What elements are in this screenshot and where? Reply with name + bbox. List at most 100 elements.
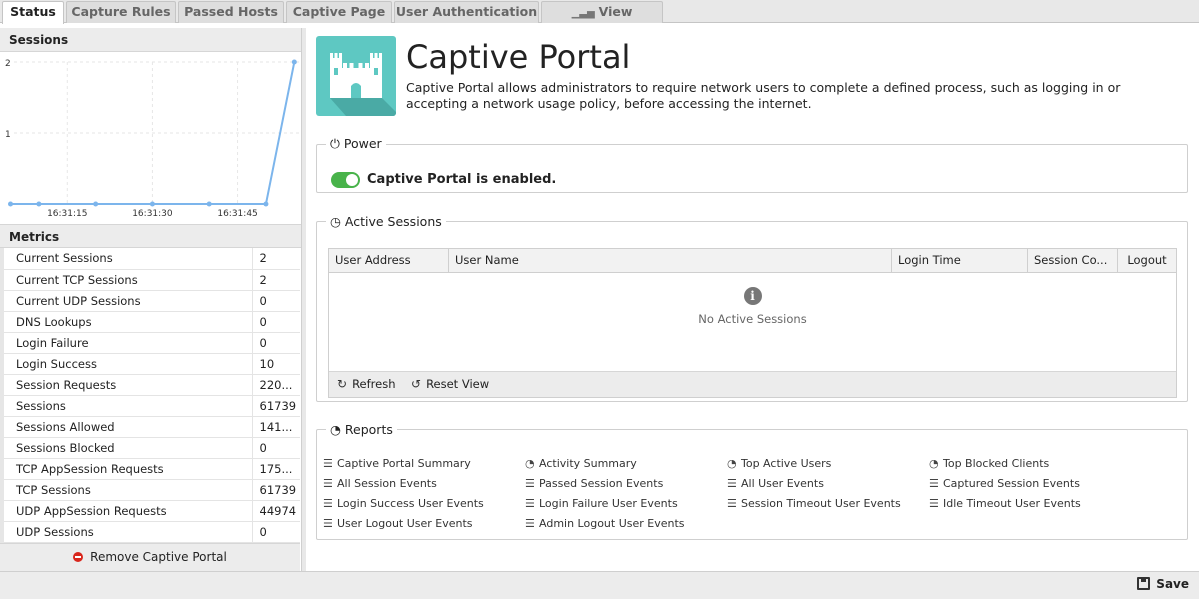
metrics-row: Current UDP Sessions 0 <box>0 290 300 312</box>
tab-view-reports[interactable]: ▁▃▅View Reports <box>541 1 663 41</box>
metrics-row: Login Failure 0 <box>0 332 300 354</box>
list-icon: ☰ <box>323 477 333 490</box>
active-sessions-grid: User Address User Name Login Time Sessio… <box>328 248 1177 398</box>
power-toggle[interactable] <box>331 172 360 188</box>
x-tick-label: 16:31:30 <box>132 209 173 219</box>
save-button[interactable]: Save <box>1137 577 1189 591</box>
report-label: Idle Timeout User Events <box>943 497 1081 510</box>
list-icon: ☰ <box>727 477 737 490</box>
tab-label: User Authentication <box>395 4 538 19</box>
metric-value: 44974 <box>252 500 300 522</box>
metrics-row: Sessions 61739 <box>0 395 300 417</box>
metric-name: Current Sessions <box>0 248 253 270</box>
column-login-time[interactable]: Login Time <box>892 249 1028 272</box>
tab-status[interactable]: Status <box>2 1 64 24</box>
report-link[interactable]: ☰ Admin Logout User Events <box>525 517 685 530</box>
reports-legend-label: Reports <box>344 422 393 437</box>
left-panel: Sessions 1 2 16:31:15 16:31:30 16:31:45 Metr… <box>0 28 302 571</box>
metric-name: Session Requests <box>0 374 253 396</box>
power-status-text: Captive Portal is enabled. <box>367 172 557 187</box>
metric-name: TCP Sessions <box>0 479 253 501</box>
app-description: Captive Portal allows administrators to … <box>406 80 1121 111</box>
reports-section: ◔ Reports ☰ Captive Portal Summary ◔ Activi… <box>316 422 1188 540</box>
column-session-count[interactable]: Session Co... <box>1028 249 1118 272</box>
report-label: Activity Summary <box>539 457 637 470</box>
bottom-toolbar: Save <box>0 571 1199 599</box>
metric-value: 2 <box>252 269 300 291</box>
metric-value: 141... <box>252 416 300 438</box>
power-icon: ⏻ <box>330 136 340 151</box>
column-logout[interactable]: Logout <box>1118 249 1176 272</box>
report-label: Login Success User Events <box>337 497 484 510</box>
report-link[interactable]: ☰ All User Events <box>727 477 824 490</box>
metrics-list: Current Sessions 2 Current TCP Sessions 2 Cu… <box>0 248 301 566</box>
tab-captive-page[interactable]: Captive Page <box>286 1 392 23</box>
x-tick-label: 16:31:15 <box>47 209 87 219</box>
metrics-row: Sessions Blocked 0 <box>0 437 300 459</box>
list-icon: ☰ <box>929 497 939 510</box>
metric-value: 0 <box>252 332 300 354</box>
list-icon: ☰ <box>929 477 939 490</box>
remove-captive-portal-button[interactable]: Remove Captive Portal <box>0 543 300 571</box>
metric-value: 10 <box>252 353 300 375</box>
y-tick-label: 2 <box>5 59 11 69</box>
info-icon: i <box>743 287 762 305</box>
pie-chart-icon: ◔ <box>727 457 737 470</box>
list-icon: ☰ <box>323 517 333 530</box>
save-label: Save <box>1156 577 1189 591</box>
metric-name: DNS Lookups <box>0 311 253 333</box>
metrics-row: TCP AppSession Requests 175... <box>0 458 300 480</box>
tab-passed-hosts[interactable]: Passed Hosts <box>178 1 284 23</box>
report-link[interactable]: ◔ Activity Summary <box>525 457 637 470</box>
x-tick-label: 16:31:45 <box>217 209 257 219</box>
refresh-button[interactable]: ↻ Refresh <box>337 372 396 397</box>
report-link[interactable]: ☰ Captive Portal Summary <box>323 457 471 470</box>
metrics-panel-title: Metrics <box>0 224 301 248</box>
reports-legend: ◔ Reports <box>326 422 397 437</box>
list-icon: ☰ <box>727 497 737 510</box>
report-label: User Logout User Events <box>337 517 473 530</box>
tab-bar: Status Capture Rules Passed Hosts Captiv… <box>0 0 1199 41</box>
column-user-name[interactable]: User Name <box>449 249 892 272</box>
data-point <box>149 201 155 207</box>
report-link[interactable]: ☰ Passed Session Events <box>525 477 663 490</box>
report-link[interactable]: ◔ Top Active Users <box>727 457 831 470</box>
report-link[interactable]: ☰ Captured Session Events <box>929 477 1080 490</box>
metric-name: Login Failure <box>0 332 253 354</box>
metric-name: Current UDP Sessions <box>0 290 253 312</box>
data-point <box>93 201 99 207</box>
pie-chart-icon: ◔ <box>330 422 341 437</box>
report-label: All Session Events <box>337 477 437 490</box>
metric-value: 0 <box>252 437 300 459</box>
undo-icon: ↺ <box>411 377 422 391</box>
report-label: Captured Session Events <box>943 477 1080 490</box>
metric-name: Sessions Allowed <box>0 416 253 438</box>
report-link[interactable]: ☰ Idle Timeout User Events <box>929 497 1081 510</box>
sessions-panel-title: Sessions <box>0 28 301 52</box>
report-label: Login Failure User Events <box>539 497 678 510</box>
grid-toolbar: ↻ Refresh ↺ Reset View <box>329 371 1176 397</box>
report-link[interactable]: ☰ All Session Events <box>323 477 437 490</box>
tab-user-authentication[interactable]: User Authentication <box>394 1 539 23</box>
active-sessions-legend-label: Active Sessions <box>344 214 442 229</box>
metric-value: 0 <box>252 521 300 543</box>
active-sessions-legend: ◷ Active Sessions <box>326 214 446 229</box>
clock-icon: ◷ <box>330 214 341 229</box>
main-panel: Captive Portal Captive Portal allows adm… <box>306 28 1199 571</box>
column-user-address[interactable]: User Address <box>329 249 449 272</box>
page-title: Captive Portal <box>406 38 631 76</box>
report-link[interactable]: ◔ Top Blocked Clients <box>929 457 1049 470</box>
report-link[interactable]: ☰ Session Timeout User Events <box>727 497 901 510</box>
metric-name: UDP Sessions <box>0 521 253 543</box>
report-link[interactable]: ☰ Login Success User Events <box>323 497 484 510</box>
reset-view-button[interactable]: ↺ Reset View <box>411 372 489 397</box>
metric-value: 0 <box>252 290 300 312</box>
report-link[interactable]: ☰ User Logout User Events <box>323 517 473 530</box>
metrics-row: Current TCP Sessions 2 <box>0 269 300 291</box>
data-point <box>263 201 269 207</box>
tab-label: Passed Hosts <box>184 4 278 19</box>
tab-capture-rules[interactable]: Capture Rules <box>66 1 176 23</box>
list-icon: ☰ <box>525 477 535 490</box>
metric-value: 61739 <box>252 479 300 501</box>
report-link[interactable]: ☰ Login Failure User Events <box>525 497 678 510</box>
